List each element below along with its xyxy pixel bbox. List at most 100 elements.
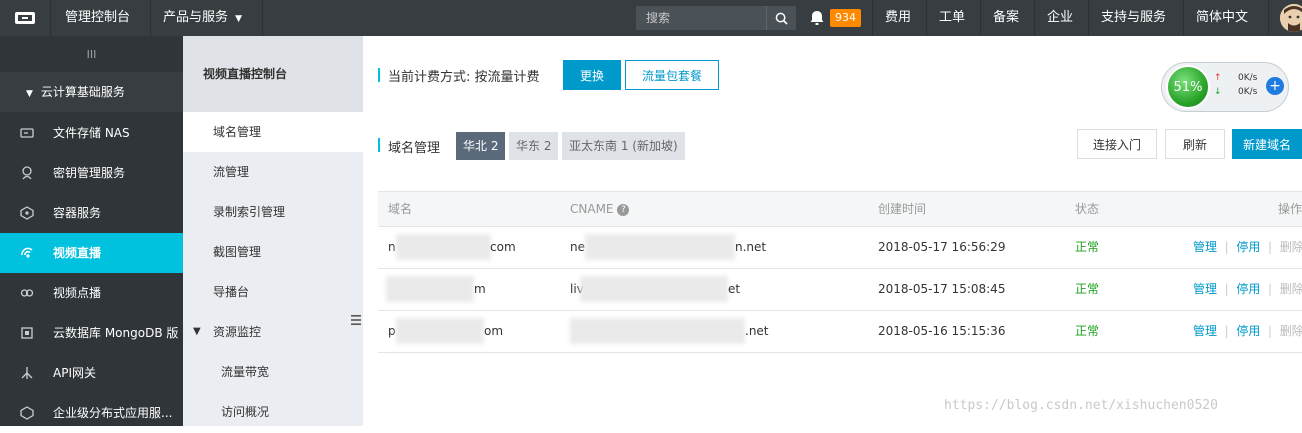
subnav-item-access-overview[interactable]: 访问概况	[183, 392, 363, 432]
divider: |	[1221, 282, 1233, 296]
container-icon	[20, 206, 34, 220]
api-gateway-icon	[20, 366, 34, 380]
user-avatar[interactable]	[1280, 4, 1302, 32]
sidebar-item-label: API网关	[53, 353, 96, 393]
region-tab-singapore[interactable]: 亚太东南 1 (新加坡)	[562, 132, 685, 160]
subnav-item-recording-index[interactable]: 录制索引管理	[183, 192, 363, 232]
row-operations: 管理 | 停用 | 删除	[1193, 310, 1302, 352]
cname-suffix: n.net	[735, 226, 766, 268]
sidebar-group-label: 云计算基础服务	[41, 85, 125, 99]
usage-percent: 51%	[1166, 65, 1210, 109]
divider: |	[1221, 324, 1233, 338]
network-speed-widget[interactable]: 51% ↑ 0K/s ↓ 0K/s +	[1161, 62, 1289, 112]
products-menu[interactable]: 产品与服务 ▼	[151, 0, 254, 36]
row-operations: 管理 | 停用 | 删除	[1193, 268, 1302, 310]
collapse-subnav-toggle[interactable]	[348, 300, 363, 340]
subnav-item-director[interactable]: 导播台	[183, 272, 363, 312]
refresh-button[interactable]: 刷新	[1165, 129, 1225, 159]
video-on-demand-icon	[20, 286, 34, 300]
sidebar-item-label: 云数据库 MongoDB 版	[53, 313, 178, 353]
console-link[interactable]: 管理控制台	[53, 0, 142, 36]
subnav-item-domains[interactable]: 域名管理	[183, 112, 363, 152]
sidebar-item-container[interactable]: 容器服务	[0, 193, 183, 233]
traffic-package-button[interactable]: 流量包套餐	[625, 60, 719, 90]
redacted-mask	[396, 234, 491, 260]
sidebar-item-nas[interactable]: 文件存储 NAS	[0, 113, 183, 153]
search-input[interactable]	[636, 6, 766, 30]
download-arrow-icon: ↓	[1214, 87, 1222, 97]
sidebar-item-vod[interactable]: 视频点播	[0, 273, 183, 313]
divider: |	[1264, 240, 1276, 254]
sidebar-item-label: 视频点播	[53, 273, 101, 313]
cname-prefix: ne	[570, 226, 585, 268]
subnav-item-snapshots[interactable]: 截图管理	[183, 232, 363, 272]
sidebar: III ▼云计算基础服务 文件存储 NAS 密钥管理服务 容器服务 视频直播 视…	[0, 36, 183, 426]
topnav-support[interactable]: 支持与服务	[1089, 0, 1178, 36]
manage-link[interactable]: 管理	[1193, 240, 1217, 254]
search-button[interactable]	[766, 6, 796, 30]
delete-link[interactable]: 删除	[1280, 324, 1302, 338]
sidebar-item-mongodb[interactable]: 云数据库 MongoDB 版	[0, 313, 183, 353]
sidebar-item-edas[interactable]: 企业级分布式应用服...	[0, 393, 183, 433]
sidebar-item-label: 文件存储 NAS	[53, 113, 130, 153]
database-icon	[20, 326, 34, 340]
subnav-item-bandwidth[interactable]: 流量带宽	[183, 352, 363, 392]
topnav-enterprise[interactable]: 企业	[1035, 0, 1085, 36]
manage-link[interactable]: 管理	[1193, 282, 1217, 296]
row-operations: 管理 | 停用 | 删除	[1193, 226, 1302, 268]
redacted-mask	[386, 276, 474, 302]
upload-arrow-icon: ↑	[1214, 73, 1222, 83]
bell-icon[interactable]	[808, 9, 826, 27]
domain-section-title: 域名管理	[388, 137, 440, 156]
key-management-icon	[20, 166, 34, 180]
section-marker	[378, 68, 380, 82]
aliyun-logo[interactable]	[0, 0, 50, 36]
status-badge: 正常	[1075, 310, 1099, 352]
getting-started-button[interactable]: 连接入门	[1077, 129, 1157, 159]
plus-icon[interactable]: +	[1266, 77, 1284, 95]
disable-link[interactable]: 停用	[1236, 240, 1260, 254]
disable-link[interactable]: 停用	[1236, 282, 1260, 296]
redacted-mask	[585, 234, 735, 260]
upload-speed: 0K/s	[1238, 73, 1257, 83]
redacted-mask	[396, 318, 484, 344]
domain-prefix: n	[388, 226, 396, 268]
storage-icon	[20, 126, 34, 140]
top-bar: 管理控制台 产品与服务 ▼ 934 费用 工单 备案 企业 支持与服务 简体中文	[0, 0, 1302, 36]
topnav-tickets[interactable]: 工单	[927, 0, 977, 36]
topnav-language[interactable]: 简体中文	[1184, 0, 1260, 36]
help-icon[interactable]: ?	[617, 204, 629, 216]
sidebar-group-cloud-basic[interactable]: ▼云计算基础服务	[0, 72, 183, 112]
disable-link[interactable]: 停用	[1236, 324, 1260, 338]
status-badge: 正常	[1075, 268, 1099, 310]
col-cname-label: CNAME	[570, 202, 614, 216]
delete-link[interactable]: 删除	[1280, 240, 1302, 254]
sidebar-item-kms[interactable]: 密钥管理服务	[0, 153, 183, 193]
sidebar-item-label: 视频直播	[53, 233, 101, 273]
sidebar-item-live-video[interactable]: 视频直播	[0, 233, 183, 273]
sidebar-item-api-gateway[interactable]: API网关	[0, 353, 183, 393]
domain-suffix: com	[490, 226, 516, 268]
subnav-item-monitoring[interactable]: ▼资源监控	[183, 312, 363, 352]
table-row: m liv et 2018-05-17 15:08:45 正常 管理 | 停用 …	[378, 268, 1302, 311]
cname-suffix: et	[728, 268, 740, 310]
download-speed: 0K/s	[1238, 87, 1257, 97]
domain-table: 域名 CNAME ? 创建时间 状态 操作 n com ne n.net 201…	[378, 191, 1302, 192]
sidebar-toggle-handle[interactable]: III	[0, 36, 183, 72]
topnav-filing[interactable]: 备案	[981, 0, 1031, 36]
region-tab-east-china-2[interactable]: 华东 2	[509, 132, 558, 160]
topnav-fees[interactable]: 费用	[873, 0, 923, 36]
manage-link[interactable]: 管理	[1193, 324, 1217, 338]
domain-prefix: p	[388, 310, 396, 352]
change-billing-button[interactable]: 更换	[563, 60, 621, 90]
notification-count-badge[interactable]: 934	[830, 9, 861, 27]
created-time: 2018-05-17 16:56:29	[878, 226, 1005, 268]
sidebar-item-label: 密钥管理服务	[53, 153, 125, 193]
delete-link[interactable]: 删除	[1280, 282, 1302, 296]
redacted-mask	[570, 318, 745, 344]
region-tab-north-china-2[interactable]: 华北 2	[456, 132, 505, 160]
col-status: 状态	[1075, 192, 1099, 226]
new-domain-button[interactable]: 新建域名	[1232, 129, 1302, 159]
redacted-mask	[580, 276, 728, 302]
subnav-item-streams[interactable]: 流管理	[183, 152, 363, 192]
